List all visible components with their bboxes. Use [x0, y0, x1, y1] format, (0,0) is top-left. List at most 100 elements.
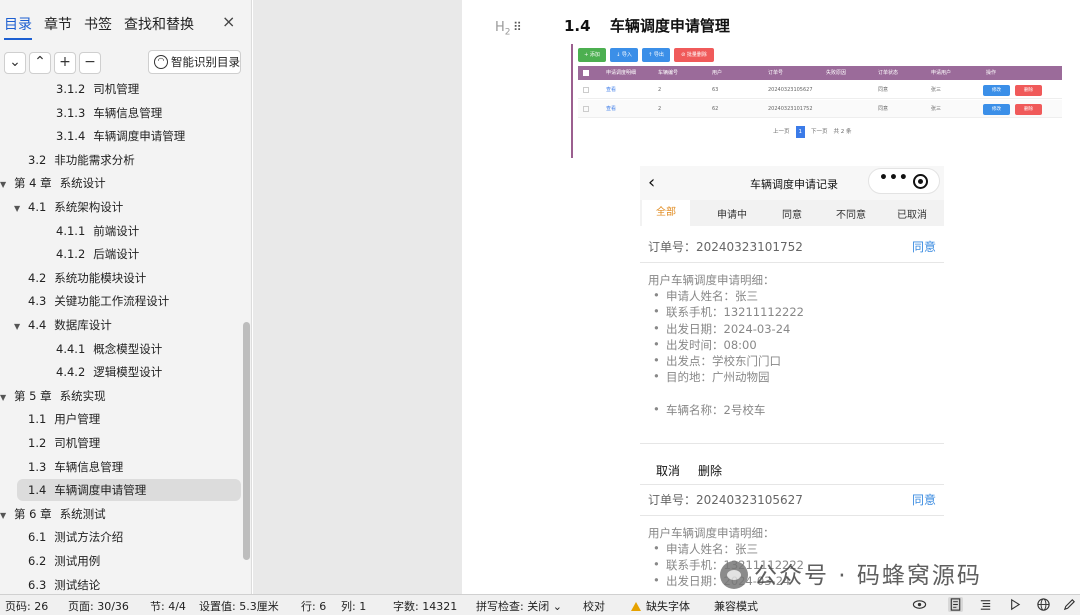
tab-all[interactable]: 全部 [642, 200, 690, 226]
back-icon[interactable]: ‹ [648, 172, 655, 193]
tab-rejected[interactable]: 不同意 [836, 206, 866, 221]
expand-arrow-icon[interactable]: ▼ [0, 174, 10, 196]
section-heading[interactable]: 1.4 车辆调度申请管理 [564, 15, 730, 36]
globe-icon[interactable] [1036, 597, 1051, 612]
view-link[interactable]: 查看 [606, 81, 616, 99]
column-header: 操作 [986, 70, 997, 76]
toc-item[interactable]: 1.2 司机管理 [0, 432, 244, 454]
admin-toolbar-button[interactable]: ⊘ 批量删除 [674, 48, 714, 62]
toc-item[interactable]: 4.2 系统功能模块设计 [0, 267, 244, 289]
drag-handle-icon[interactable]: ⠿ [513, 20, 522, 34]
toc-item[interactable]: ▼ 第 6 章系统测试 [0, 503, 244, 525]
toc-item[interactable]: 6.1 测试方法介绍 [0, 526, 244, 548]
nav-tabs: 目录 章节 书签 查找和替换 × [0, 0, 252, 42]
detail-item: 申请人姓名：张三 [653, 541, 758, 557]
toc-item[interactable]: 6.3 测试结论 [0, 574, 244, 594]
tab-approved[interactable]: 同意 [782, 206, 802, 221]
close-target-icon[interactable] [913, 174, 928, 189]
toc-item-number: 4.4.2 [56, 365, 86, 380]
toc-item[interactable]: ▼ 4.4 数据库设计 [0, 314, 244, 336]
toc-item-number: 第 6 章 [14, 506, 52, 521]
toc-item[interactable]: 4.3 关键功能工作流程设计 [0, 290, 244, 312]
mini-program-capsule[interactable]: ••• [868, 168, 940, 194]
table-cell: 张三 [931, 106, 942, 112]
pager-next[interactable]: 下一页 [811, 126, 828, 138]
row-checkbox[interactable] [583, 87, 589, 93]
status-word-count[interactable]: 字数: 14321 [393, 598, 457, 614]
delete-button[interactable]: 删除 [1015, 104, 1042, 115]
tab-pending[interactable]: 申请中 [717, 206, 747, 221]
toc-item[interactable]: 1.3 车辆信息管理 [0, 456, 244, 478]
heading-marker-level: 2 [504, 27, 511, 38]
toc-scrollbar[interactable] [243, 322, 250, 560]
proofread-button[interactable]: 校对 [583, 598, 605, 614]
tab-toc[interactable]: 目录 [4, 14, 32, 40]
delete-button[interactable]: 删除 [1015, 85, 1042, 96]
tab-chapters[interactable]: 章节 [44, 14, 72, 34]
status-page-code[interactable]: 页码: 26 [5, 598, 48, 614]
watermark-text: 公众号 · 码蜂窝源码 [754, 563, 982, 589]
toc-item[interactable]: 3.1.4 车辆调度申请管理 [0, 125, 244, 147]
toc-item[interactable]: 3.1.3 车辆信息管理 [0, 102, 244, 124]
toc-item[interactable]: 4.4.1 概念模型设计 [0, 338, 244, 360]
divider [640, 484, 944, 485]
delete-button[interactable]: 删除 [698, 462, 722, 479]
toc-item[interactable]: 4.1.2 后端设计 [0, 243, 244, 265]
toc-item[interactable]: ▼ 第 5 章系统实现 [0, 385, 244, 407]
smart-toc-button[interactable]: ◠ 智能识别目录 [148, 50, 241, 74]
expand-arrow-icon[interactable]: ▼ [0, 505, 10, 527]
expand-all-button[interactable]: ⌃ [29, 52, 51, 74]
edit-button[interactable]: 修改 [983, 85, 1010, 96]
status-page[interactable]: 页面: 30/36 [68, 598, 129, 614]
select-all-checkbox[interactable] [583, 70, 589, 76]
toc-item[interactable]: ▼ 4.1 系统架构设计 [0, 196, 244, 218]
add-heading-button[interactable]: + [54, 52, 76, 74]
compat-mode[interactable]: 兼容模式 [714, 598, 758, 614]
page-view-icon[interactable] [948, 597, 963, 612]
toc-item[interactable]: 1.1 用户管理 [0, 408, 244, 430]
tab-bookmarks[interactable]: 书签 [84, 14, 112, 34]
missing-font-button[interactable]: 缺失字体 [631, 598, 690, 614]
admin-toolbar-button[interactable]: ↓ 导入 [610, 48, 638, 62]
smart-recognize-icon: ◠ [154, 55, 168, 69]
order-number: 订单号：20240323101752 [648, 240, 803, 254]
toc-item[interactable]: 3.1.2 司机管理 [0, 80, 244, 100]
divider [640, 262, 944, 263]
view-link[interactable]: 查看 [606, 100, 616, 118]
collapse-all-button[interactable]: ⌄ [4, 52, 26, 74]
eye-icon[interactable] [912, 597, 927, 612]
heading-level-marker: H2 [495, 20, 511, 38]
more-icon[interactable]: ••• [879, 170, 909, 186]
edit-button[interactable]: 修改 [983, 104, 1010, 115]
toc-item[interactable]: 6.2 测试用例 [0, 550, 244, 572]
admin-toolbar-button[interactable]: + 添加 [578, 48, 606, 62]
navigation-pane: 目录 章节 书签 查找和替换 × ⌄ ⌃ + − ◠ 智能识别目录 3.1.2 司… [0, 0, 252, 594]
expand-arrow-icon[interactable]: ▼ [14, 198, 24, 220]
pager-current[interactable]: 1 [795, 126, 806, 138]
tab-cancelled[interactable]: 已取消 [897, 206, 927, 221]
column-header: 失败原因 [826, 70, 847, 76]
pager-prev[interactable]: 上一页 [773, 126, 790, 138]
play-icon[interactable] [1007, 597, 1022, 612]
toc-item[interactable]: 4.1.1 前端设计 [0, 220, 244, 242]
close-icon[interactable]: × [222, 12, 235, 31]
remove-heading-button[interactable]: − [79, 52, 101, 74]
row-checkbox[interactable] [583, 106, 589, 112]
toc-item[interactable]: 1.4 车辆调度申请管理 [17, 479, 241, 502]
toc-item[interactable]: 4.4.2 逻辑模型设计 [0, 361, 244, 383]
spell-check-toggle[interactable]: 拼写检查: 关闭 ⌄ [476, 598, 562, 614]
toc-item-title: 非功能需求分析 [54, 152, 135, 167]
toc-item[interactable]: ▼ 第 4 章系统设计 [0, 172, 244, 194]
admin-toolbar-button[interactable]: ↑ 导出 [642, 48, 670, 62]
table-cell: 62 [712, 106, 719, 112]
detail-item: 出发点：学校东门门口 [653, 353, 781, 369]
pen-icon[interactable] [1062, 597, 1077, 612]
expand-arrow-icon[interactable]: ▼ [14, 316, 24, 338]
column-header: 申请调度明细 [606, 70, 637, 76]
cancel-button[interactable]: 取消 [656, 462, 680, 479]
expand-arrow-icon[interactable]: ▼ [0, 387, 10, 409]
tab-find-replace[interactable]: 查找和替换 [124, 14, 194, 34]
outline-view-icon[interactable] [978, 597, 993, 612]
mobile-title: 车辆调度申请记录 [750, 178, 838, 191]
toc-item[interactable]: 3.2 非功能需求分析 [0, 149, 244, 171]
